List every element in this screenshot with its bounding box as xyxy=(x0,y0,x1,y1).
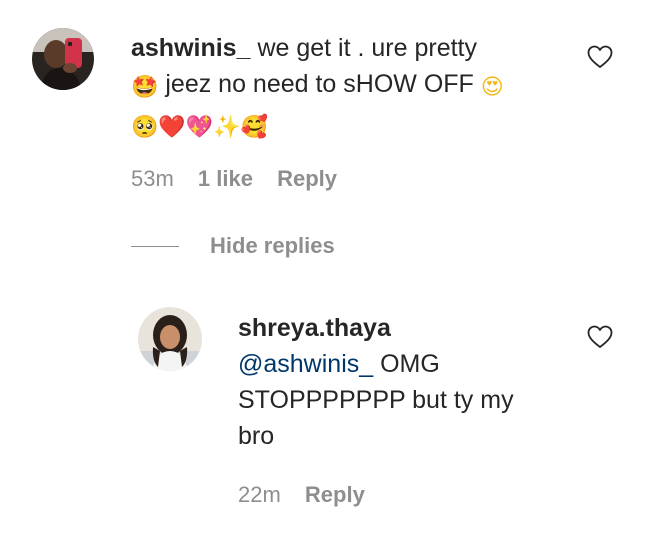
smiling-face-hearts-emoji-icon: 🥰 xyxy=(240,115,269,140)
sparkling-heart-emoji-icon: 💖 xyxy=(185,115,214,140)
heart-eyes-emoji-icon: 😍 xyxy=(480,75,504,100)
comment-2-reply-button[interactable]: Reply xyxy=(305,482,365,507)
replies-divider xyxy=(131,246,179,247)
comment-1-username[interactable]: ashwinis_ xyxy=(131,34,251,62)
star-struck-emoji-icon: 🤩 xyxy=(131,75,159,100)
comment-1-text: ashwinis_ we get it . ure pretty 🤩 jeez … xyxy=(131,30,561,146)
comment-2-time[interactable]: 22m xyxy=(238,482,281,507)
comment-2-meta: 22m Reply xyxy=(238,482,365,508)
comment-2-text: shreya.thaya @ashwinis_ OMG STOPPPPPPP b… xyxy=(238,310,568,454)
pleading-face-emoji-icon: 🥺 xyxy=(131,115,159,140)
comment-1-likes[interactable]: 1 like xyxy=(198,166,253,191)
comment-1-reply-button[interactable]: Reply xyxy=(277,166,337,191)
avatar-ashwinis[interactable] xyxy=(32,28,94,90)
comment-1-meta: 53m 1 like Reply xyxy=(131,166,337,192)
comment-1-time[interactable]: 53m xyxy=(131,166,174,191)
comment-2-text-line-2: STOPPPPPPP but ty my xyxy=(238,386,514,414)
like-heart-icon[interactable] xyxy=(587,325,613,349)
comment-2-text-line-1: OMG xyxy=(380,350,440,378)
hide-replies-button[interactable]: Hide replies xyxy=(210,233,335,259)
comment-2-text-line-3: bro xyxy=(238,422,275,450)
avatar-shreya[interactable] xyxy=(138,307,202,371)
comment-2-username[interactable]: shreya.thaya xyxy=(238,314,391,342)
like-heart-icon[interactable] xyxy=(587,45,613,69)
comment-1-text-line-1: we get it . ure pretty xyxy=(257,34,477,62)
sparkles-emoji-icon: ✨ xyxy=(213,115,241,140)
comment-2-mention-link[interactable]: @ashwinis_ xyxy=(238,350,373,378)
hide-replies-label: Hide replies xyxy=(210,233,335,258)
red-heart-emoji-icon: ❤️ xyxy=(158,115,186,140)
comment-1-text-line-2: jeez no need to sHOW OFF xyxy=(165,70,474,98)
